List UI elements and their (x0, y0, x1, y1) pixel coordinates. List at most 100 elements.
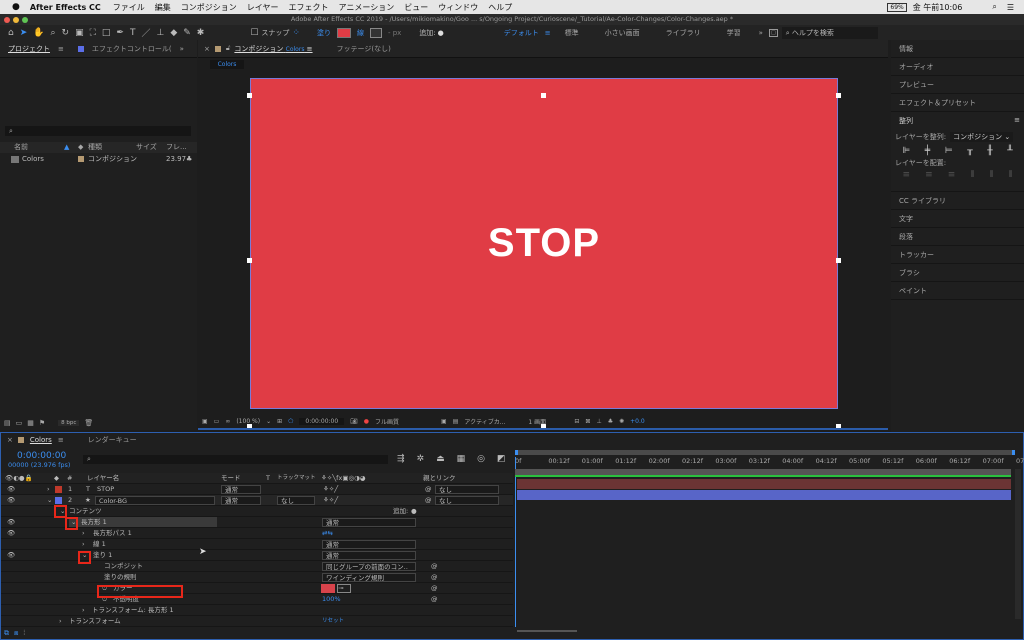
label-icon[interactable]: ◆ (54, 473, 59, 484)
header-parent[interactable]: 親とリンク (423, 473, 456, 484)
project-item[interactable]: Colors コンポジション 23.97 ♣ (0, 154, 197, 165)
comp-mini-flowchart-icon[interactable]: ⇶ (397, 454, 405, 464)
grid-icon[interactable]: ⊞ (277, 418, 282, 425)
comp-canvas[interactable]: STOP (250, 78, 838, 409)
pickwhip-icon[interactable]: @ (431, 594, 438, 605)
add-icon[interactable]: ● (411, 506, 417, 517)
layer-switches[interactable]: ⚘✧╱ (323, 484, 338, 495)
visibility-eye-icon[interactable]: 👁︎ (7, 484, 15, 495)
blend-mode-dropdown[interactable]: 通常 (322, 518, 416, 527)
reset-link[interactable]: リセット (322, 616, 344, 627)
current-time-indicator[interactable] (515, 457, 516, 627)
pen-tool-icon[interactable]: ✒ (116, 28, 124, 38)
workspace-standard[interactable]: 標準 (565, 28, 579, 38)
fast-preview-icon[interactable]: ⊠ (585, 418, 590, 425)
header-layer-name[interactable]: レイヤー名 (87, 473, 119, 484)
timeline-icon[interactable]: ⊥ (596, 418, 601, 425)
expand-chevron-icon[interactable]: › (82, 539, 85, 550)
motion-blur-icon[interactable]: ◎ (477, 454, 485, 464)
layer-label-color[interactable] (55, 486, 62, 493)
battery-indicator[interactable]: 69% (887, 2, 907, 12)
selection-tool-icon[interactable]: ➤ (20, 28, 28, 38)
menu-window[interactable]: ウィンドウ (438, 2, 478, 13)
panel-character[interactable]: 文字 (891, 210, 1024, 228)
layer-bar-color-bg[interactable] (517, 490, 1011, 500)
workspace-default[interactable]: デフォルト (504, 28, 539, 38)
composite-dropdown[interactable]: 同じグループの前面のコン‥ (322, 562, 416, 571)
align-to-dropdown[interactable]: コンポジション ⌄ (950, 132, 1014, 142)
bpc-button[interactable]: 8 bpc (58, 420, 80, 426)
align-right-icon[interactable]: ⊨ (945, 146, 953, 156)
column-type[interactable]: 種類 (88, 142, 102, 153)
brush-tool-icon[interactable]: ／ (141, 26, 150, 39)
stop-text[interactable]: STOP (488, 221, 600, 266)
layer-search-input[interactable]: ⌕ (83, 455, 388, 464)
column-fps[interactable]: フレ... (166, 142, 187, 153)
time-ruler[interactable]: 0f 00:12f 01:00f 01:12f 02:00f 02:12f 03:00f 03… (515, 457, 1024, 467)
region-icon[interactable]: ⬠ (288, 418, 293, 425)
camera-tool-icon[interactable]: ▣ (75, 28, 84, 38)
resolution-dropdown[interactable]: フル画質 (375, 417, 435, 426)
new-folder-icon[interactable]: ▭ (16, 419, 23, 427)
pickwhip-icon[interactable]: @ (431, 561, 438, 572)
visibility-eye-icon[interactable]: 👁︎ (7, 517, 15, 528)
tab-footage[interactable]: フッテージ(なし) (329, 44, 399, 54)
mode-dropdown[interactable]: 通常 (221, 485, 261, 494)
column-size[interactable]: サイズ (136, 142, 157, 153)
chevron-down-icon[interactable]: ⌄ (266, 418, 271, 425)
layer-name[interactable]: STOP (97, 484, 114, 495)
flowchart-icon[interactable]: ♣ (608, 418, 613, 425)
panel-info[interactable]: 情報 (891, 40, 1024, 58)
roto-brush-tool-icon[interactable]: ✎ (183, 28, 191, 38)
label-column-icon[interactable]: ◆ (78, 142, 83, 153)
search-icon[interactable]: ⌕ (992, 2, 996, 12)
panel-effects-presets[interactable]: エフェクト＆プリセット (891, 94, 1024, 112)
track-matte-dropdown[interactable]: なし (277, 496, 315, 505)
menu-effect[interactable]: エフェクト (289, 2, 329, 13)
workspace-libraries[interactable]: ライブラリ (666, 28, 701, 38)
property-transform[interactable]: › トランスフォーム リセット (1, 616, 513, 627)
graph-editor-icon[interactable]: ◩ (497, 454, 506, 464)
fill-label[interactable]: 塗り (317, 28, 331, 38)
stroke-label[interactable]: 線 (357, 28, 364, 38)
property-opacity[interactable]: ⏱︎ 不透明度 100% @ (1, 594, 513, 605)
add-icon[interactable]: ● (438, 29, 444, 37)
layer-switches[interactable]: ⚘✧╱ (323, 495, 338, 506)
stamp-tool-icon[interactable]: ⊥ (156, 28, 164, 38)
visibility-eye-icon[interactable]: 👁︎ (7, 550, 15, 561)
hand-tool-icon[interactable]: ✋ (33, 28, 44, 38)
more-tabs-icon[interactable]: » (180, 45, 184, 53)
zoom-window-button[interactable] (22, 17, 28, 23)
puppet-tool-icon[interactable]: ✱ (197, 28, 205, 38)
frame-blending-icon[interactable]: ▦ (457, 454, 466, 464)
minimize-window-button[interactable] (13, 17, 19, 23)
snapshot-icon[interactable]: 📷︎ (350, 418, 358, 425)
close-tab-icon[interactable]: × (7, 436, 13, 444)
current-time-field[interactable]: 0:00:00:00 (299, 417, 345, 425)
align-top-icon[interactable]: ╥ (967, 146, 972, 156)
3d-view-icon[interactable]: ▤ (453, 418, 459, 425)
current-timecode[interactable]: 0:00:00:00 (17, 451, 66, 461)
property-fill-rule[interactable]: 塗りの規則 ワインディング規則 @ (1, 572, 513, 583)
expand-chevron-icon[interactable]: › (82, 528, 85, 539)
menu-view[interactable]: ビュー (404, 2, 428, 13)
property-contents[interactable]: ⌄ コンテンツ 追加: ● (1, 506, 513, 517)
align-bottom-icon[interactable]: ╨ (1007, 146, 1012, 156)
workspace-small-screen[interactable]: 小さい画面 (605, 28, 640, 38)
camera-dropdown[interactable]: アクティブカ... (464, 417, 522, 426)
views-dropdown[interactable]: 1 画面 (528, 417, 568, 426)
property-color[interactable]: ⏱︎ カラー ⊸ @ (1, 583, 513, 594)
color-swatch[interactable] (321, 584, 335, 593)
help-search-field[interactable]: ⌕ ヘルプを検索 (781, 26, 878, 39)
workspace-learn[interactable]: 学習 (727, 28, 741, 38)
trash-icon[interactable]: 🗑 (84, 419, 93, 427)
comp-breadcrumb[interactable]: Colors (210, 60, 244, 69)
panel-icon[interactable]: □ (768, 28, 778, 37)
transparency-grid-icon[interactable]: ▣ (441, 418, 447, 425)
layer-label-color[interactable] (55, 497, 62, 504)
add-label[interactable]: 追加: (393, 506, 408, 517)
layer-name[interactable]: Color-BG (95, 496, 215, 505)
menu-composition[interactable]: コンポジション (181, 2, 237, 13)
exposure-icon[interactable]: ✺ (619, 418, 624, 425)
stroke-width[interactable]: - px (388, 29, 401, 37)
